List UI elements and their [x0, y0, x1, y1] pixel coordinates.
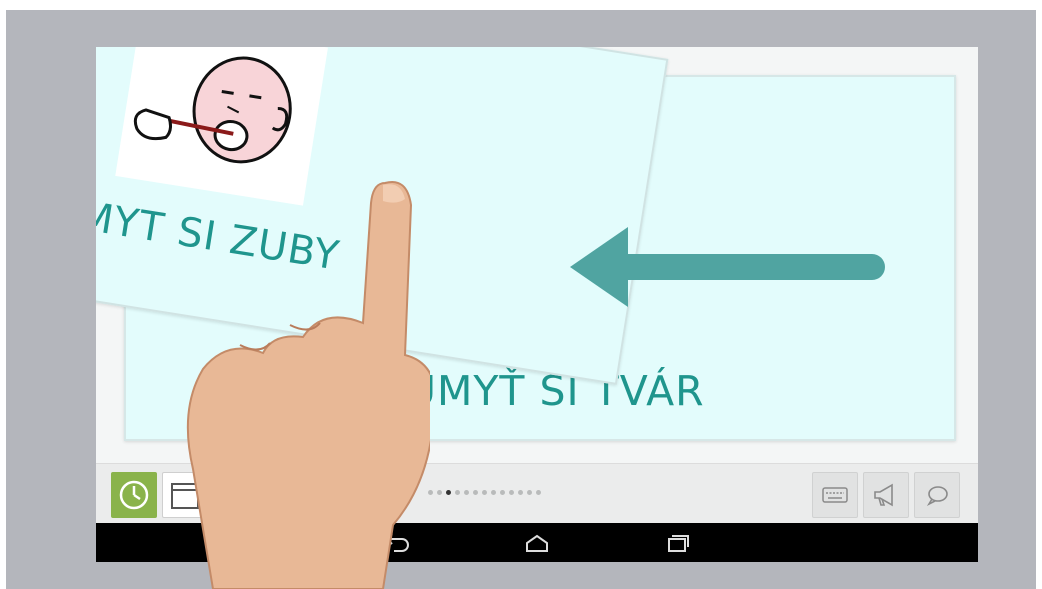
recents-icon[interactable] [658, 531, 694, 555]
pointing-hand [186, 181, 430, 589]
keyboard-button[interactable] [812, 472, 858, 518]
page-dot[interactable] [473, 490, 478, 495]
clock-button[interactable] [111, 472, 157, 518]
device-frame: UMYŤ SI TVÁR UMYT SI ZUBY [6, 10, 1036, 589]
clock-icon [119, 480, 149, 510]
page-dot[interactable] [509, 490, 514, 495]
megaphone-icon [874, 483, 893, 507]
page-dot[interactable] [446, 490, 451, 495]
page-dot[interactable] [527, 490, 532, 495]
page-dot[interactable] [518, 490, 523, 495]
speak-button[interactable] [863, 472, 909, 518]
page-dot[interactable] [437, 490, 442, 495]
page-indicator[interactable] [428, 490, 541, 495]
page-dot[interactable] [500, 490, 505, 495]
page-dot[interactable] [455, 490, 460, 495]
swipe-left-arrow-icon [570, 227, 885, 307]
page-dot[interactable] [536, 490, 541, 495]
chat-button[interactable] [914, 472, 960, 518]
page-dot[interactable] [491, 490, 496, 495]
home-icon[interactable] [519, 531, 555, 555]
page-dot[interactable] [464, 490, 469, 495]
speech-bubble-icon [926, 486, 948, 506]
page-dot[interactable] [482, 490, 487, 495]
keyboard-icon [822, 487, 848, 503]
